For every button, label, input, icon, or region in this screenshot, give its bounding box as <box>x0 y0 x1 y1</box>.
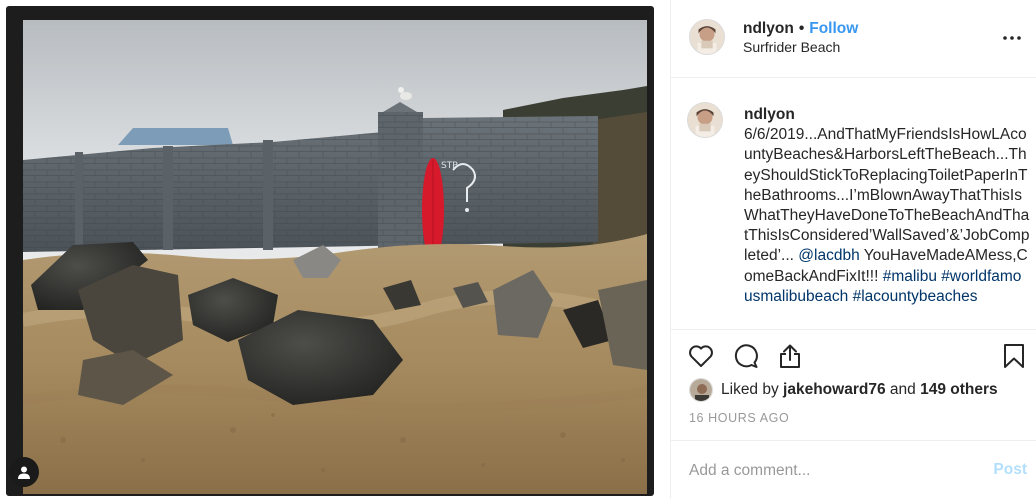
post-caption: ndlyon 6/6/2019...AndThatMyFriendsIsHowLA… <box>744 105 1030 307</box>
post-header: ndlyon • Follow Surfrider Beach <box>671 0 1036 78</box>
post-timestamp[interactable]: 16 HOURS AGO <box>689 411 789 425</box>
post-photo[interactable]: STP <box>23 20 647 494</box>
beach-wall-surfboard-photo: STP <box>23 20 647 494</box>
likes-summary: Liked by jakehoward76 and 149 others <box>689 378 998 402</box>
share-icon[interactable] <box>775 342 805 370</box>
hashtag-link[interactable]: #lacountybeaches <box>853 288 978 305</box>
svg-text:STP: STP <box>441 161 458 171</box>
heart-icon[interactable] <box>686 342 716 370</box>
likes-middle: and <box>889 381 916 398</box>
username-link[interactable]: ndlyon <box>743 20 794 38</box>
location-link[interactable]: Surfrider Beach <box>743 39 840 55</box>
more-options-icon[interactable] <box>1000 29 1024 47</box>
caption-avatar[interactable] <box>687 102 723 138</box>
comment-icon[interactable] <box>731 342 761 370</box>
likes-others-link[interactable]: 149 others <box>920 381 998 399</box>
action-bar <box>671 329 1036 381</box>
caption-text: 6/6/2019...AndThatMyFriendsIsHowLAcounty… <box>744 126 1030 265</box>
liker-username[interactable]: jakehoward76 <box>783 381 886 399</box>
add-comment-section: Post <box>671 440 1036 499</box>
user-tag-icon[interactable] <box>9 457 39 487</box>
header-title-row: ndlyon • Follow <box>743 20 858 38</box>
caption-username[interactable]: ndlyon <box>744 105 1030 125</box>
post-media[interactable]: STP <box>0 0 670 499</box>
avatar[interactable] <box>689 19 725 55</box>
likes-prefix: Liked by <box>721 381 779 398</box>
mention-link[interactable]: @lacdbh <box>798 247 859 264</box>
post-side-panel: ndlyon • Follow Surfrider Beach ndlyon 6/… <box>670 0 1036 499</box>
separator-dot: • <box>798 20 805 37</box>
comments-section[interactable]: ndlyon 6/6/2019...AndThatMyFriendsIsHowLA… <box>671 79 1036 329</box>
hashtag-link[interactable]: #malibu <box>883 268 937 285</box>
bookmark-icon[interactable] <box>999 342 1029 370</box>
post-comment-button[interactable]: Post <box>993 461 1027 479</box>
liker-avatar[interactable] <box>689 378 713 402</box>
photo-frame: STP <box>6 6 654 496</box>
comment-input[interactable] <box>689 460 959 482</box>
follow-button[interactable]: Follow <box>809 20 858 38</box>
